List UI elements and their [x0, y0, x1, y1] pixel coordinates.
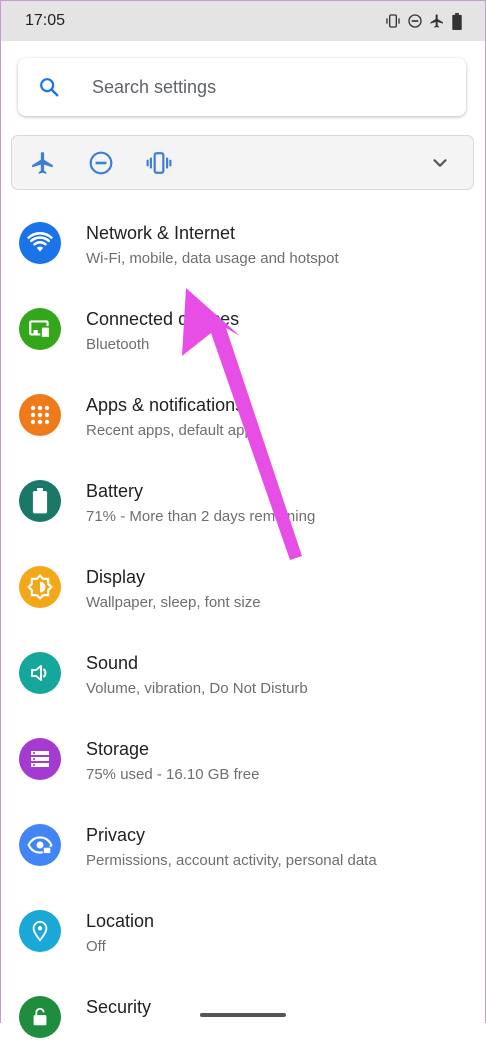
- setting-apps-notifications[interactable]: Apps & notifications Recent apps, defaul…: [0, 372, 486, 458]
- status-time: 17:05: [25, 12, 66, 29]
- chevron-down-icon[interactable]: [429, 152, 451, 174]
- devices-icon: [19, 308, 61, 350]
- setting-display[interactable]: Display Wallpaper, sleep, font size: [0, 544, 486, 630]
- do-not-disturb-icon[interactable]: [88, 150, 114, 176]
- location-pin-icon: [19, 910, 61, 952]
- eye-icon: [19, 824, 61, 866]
- setting-title: Network & Internet: [86, 223, 236, 243]
- setting-network-internet[interactable]: Network & Internet Wi-Fi, mobile, data u…: [0, 200, 486, 286]
- settings-list: Network & Internet Wi-Fi, mobile, data u…: [0, 200, 486, 1060]
- battery-icon: [19, 480, 61, 522]
- brightness-icon: [19, 566, 61, 608]
- setting-subtitle: Recent apps, default apps: [86, 422, 261, 439]
- lock-icon: [19, 996, 61, 1038]
- quick-settings-bar: [11, 135, 474, 190]
- airplane-icon[interactable]: [30, 150, 56, 176]
- setting-title: Battery: [86, 481, 144, 501]
- volume-icon: [19, 652, 61, 694]
- setting-title: Security: [86, 997, 152, 1017]
- setting-subtitle: 75% used - 16.10 GB free: [86, 766, 260, 783]
- apps-grid-icon: [19, 394, 61, 436]
- setting-title: Apps & notifications: [86, 395, 245, 415]
- airplane-icon: [429, 13, 445, 29]
- battery-icon: [451, 12, 463, 30]
- status-icons: [385, 12, 463, 30]
- setting-title: Location: [86, 911, 155, 931]
- setting-title: Privacy: [86, 825, 146, 845]
- status-bar: 17:05: [1, 1, 485, 41]
- wifi-icon: [19, 222, 61, 264]
- setting-title: Storage: [86, 739, 150, 759]
- setting-subtitle: Off: [86, 938, 106, 955]
- setting-sound[interactable]: Sound Volume, vibration, Do Not Disturb: [0, 630, 486, 716]
- setting-subtitle: Wallpaper, sleep, font size: [86, 594, 261, 611]
- setting-subtitle: 71% - More than 2 days remaining: [86, 508, 316, 525]
- setting-location[interactable]: Location Off: [0, 888, 486, 974]
- search-bar[interactable]: Search settings: [18, 58, 466, 116]
- search-input[interactable]: Search settings: [92, 77, 216, 98]
- vibrate-icon: [385, 13, 401, 29]
- setting-privacy[interactable]: Privacy Permissions, account activity, p…: [0, 802, 486, 888]
- do-not-disturb-icon: [407, 13, 423, 29]
- setting-connected-devices[interactable]: Connected devices Bluetooth: [0, 286, 486, 372]
- setting-title: Display: [86, 567, 146, 587]
- search-icon: [38, 76, 60, 98]
- storage-icon: [19, 738, 61, 780]
- setting-subtitle: Bluetooth: [86, 336, 150, 353]
- setting-subtitle: Permissions, account activity, personal …: [86, 852, 377, 869]
- setting-security[interactable]: Security: [0, 974, 486, 1060]
- setting-title: Connected devices: [86, 309, 240, 329]
- navigation-handle[interactable]: [200, 1013, 286, 1017]
- setting-subtitle: Wi-Fi, mobile, data usage and hotspot: [86, 250, 339, 267]
- vibrate-icon[interactable]: [146, 150, 172, 176]
- setting-storage[interactable]: Storage 75% used - 16.10 GB free: [0, 716, 486, 802]
- setting-battery[interactable]: Battery 71% - More than 2 days remaining: [0, 458, 486, 544]
- setting-title: Sound: [86, 653, 139, 673]
- setting-subtitle: Volume, vibration, Do Not Disturb: [86, 680, 308, 697]
